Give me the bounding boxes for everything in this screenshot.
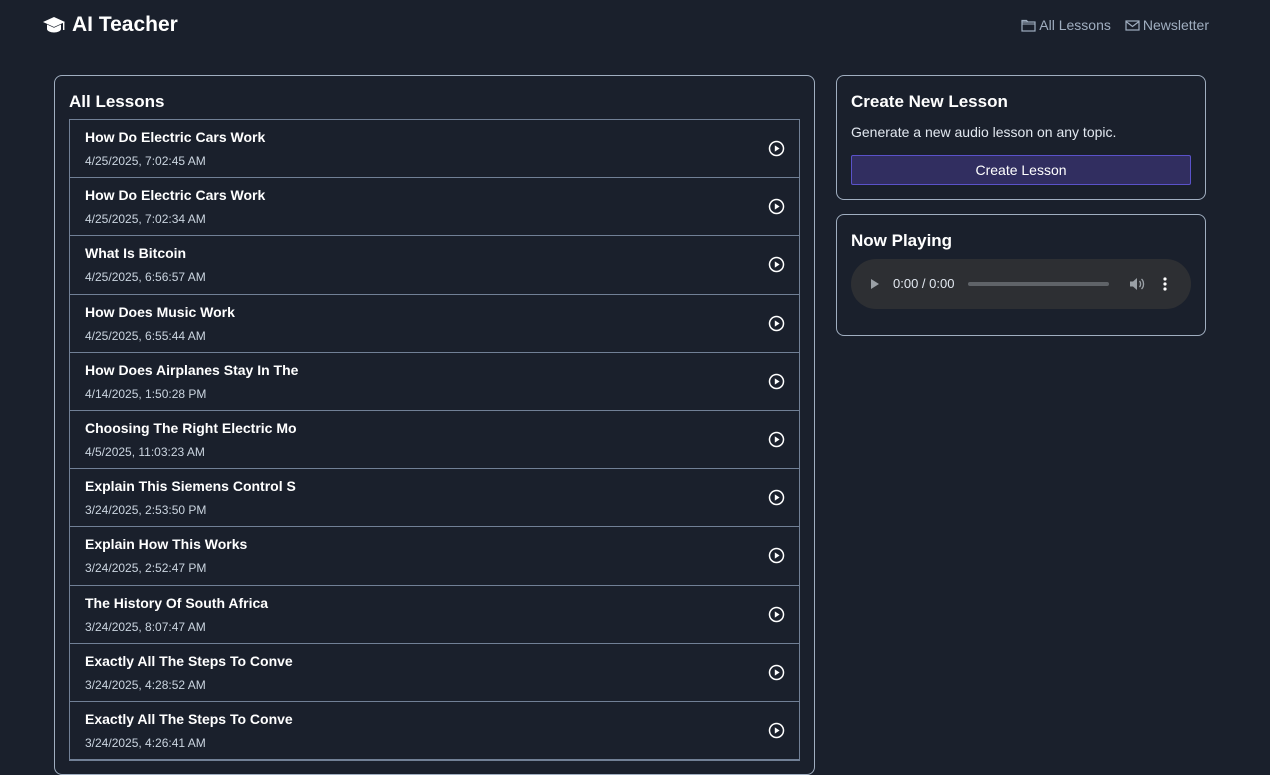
volume-icon[interactable] [1129,276,1146,292]
lesson-title: How Does Music Work [85,303,235,320]
brand-title: AI Teacher [72,13,178,36]
lesson-row[interactable]: How Does Airplanes Stay In The 4/14/2025,… [70,353,799,411]
play-circle-icon[interactable] [768,373,785,390]
lesson-row[interactable]: Explain How This Works 3/24/2025, 2:52:47… [70,527,799,586]
lesson-date: 3/24/2025, 8:07:47 AM [85,619,206,634]
lessons-title: All Lessons [69,92,165,111]
lesson-date: 3/24/2025, 2:53:50 PM [85,503,207,518]
create-lesson-title: Create New Lesson [851,92,1008,111]
play-circle-icon[interactable] [768,198,785,215]
header: AI Teacher All Lessons Newsletter [0,0,1270,54]
nav-all-lessons-label: All Lessons [1039,17,1111,33]
lesson-list: How Do Electric Cars Work 4/25/2025, 7:02… [69,119,800,762]
audio-player: 0:00 / 0:00 [851,259,1191,309]
play-circle-icon[interactable] [768,489,785,506]
lesson-date: 3/24/2025, 4:26:41 AM [85,735,206,750]
create-lesson-description: Generate a new audio lesson on any topic… [851,124,1117,140]
lesson-title: Explain This Siemens Control S [85,478,296,495]
lesson-title: Exactly All The Steps To Conve [85,710,293,727]
create-lesson-button[interactable]: Create Lesson [851,155,1191,185]
lesson-date: 4/25/2025, 6:55:44 AM [85,328,206,343]
lesson-title: How Does Airplanes Stay In The [85,361,299,378]
lesson-date: 4/25/2025, 7:02:34 AM [85,212,206,227]
lesson-date: 3/24/2025, 4:28:52 AM [85,677,206,692]
play-circle-icon[interactable] [768,606,785,623]
lesson-title: What Is Bitcoin [85,245,187,262]
play-circle-icon[interactable] [768,140,785,157]
more-options-icon[interactable] [1162,276,1168,292]
folder-icon [1021,19,1036,32]
lesson-row[interactable]: What Is Bitcoin 4/25/2025, 6:56:57 AM [70,236,799,295]
lesson-date: 3/24/2025, 2:52:47 PM [85,561,207,576]
now-playing-title: Now Playing [851,231,953,250]
lesson-row[interactable]: Choosing The Right Electric Mo 4/5/2025, … [70,411,799,470]
play-circle-icon[interactable] [768,547,785,564]
lesson-title: How Do Electric Cars Work [85,187,266,204]
now-playing-panel: Now Playing 0:00 / 0:00 [836,214,1206,336]
lesson-title: The History Of South Africa [85,594,269,611]
audio-progress-bar[interactable] [968,282,1109,286]
audio-time: 0:00 / 0:00 [893,276,955,291]
top-nav: All Lessons Newsletter [1021,17,1209,33]
lesson-title: How Do Electric Cars Work [85,129,266,145]
nav-newsletter-label: Newsletter [1142,17,1209,33]
lesson-row[interactable]: Explain This Siemens Control S 3/24/2025,… [70,469,799,528]
lesson-title: Choosing The Right Electric Mo [85,419,297,436]
play-circle-icon[interactable] [768,431,785,448]
create-lesson-panel: Create New Lesson Generate a new audio l… [836,75,1206,200]
lesson-title: Explain How This Works [85,536,248,553]
lesson-date: 4/25/2025, 7:02:45 AM [85,154,206,168]
brand-logo[interactable]: AI Teacher [42,13,178,37]
lesson-date: 4/25/2025, 6:56:57 AM [85,270,206,285]
play-circle-icon[interactable] [768,315,785,332]
lesson-row[interactable]: Exactly All The Steps To Conve 3/24/2025,… [70,702,799,761]
nav-all-lessons[interactable]: All Lessons [1021,17,1111,33]
lesson-row[interactable]: Exactly All The Steps To Conve 3/24/2025,… [70,644,799,702]
play-circle-icon[interactable] [768,664,785,681]
nav-newsletter[interactable]: Newsletter [1125,17,1209,33]
mail-icon [1125,19,1140,31]
lesson-title: Exactly All The Steps To Conve [85,652,293,669]
lesson-row[interactable]: How Does Music Work 4/25/2025, 6:55:44 AM [70,295,799,353]
lesson-date: 4/14/2025, 1:50:28 PM [85,386,207,401]
play-circle-icon[interactable] [768,256,785,273]
lesson-row[interactable]: The History Of South Africa 3/24/2025, 8:… [70,586,799,644]
lesson-row[interactable]: How Do Electric Cars Work 4/25/2025, 7:02… [70,178,799,237]
graduation-cap-icon [43,17,65,33]
play-icon[interactable] [870,278,880,290]
lessons-panel: All Lessons How Do Electric Cars Work 4/2… [54,75,815,775]
lesson-row[interactable]: How Do Electric Cars Work 4/25/2025, 7:02… [70,120,799,179]
lesson-date: 4/5/2025, 11:03:23 AM [85,444,205,459]
play-circle-icon[interactable] [768,722,785,739]
